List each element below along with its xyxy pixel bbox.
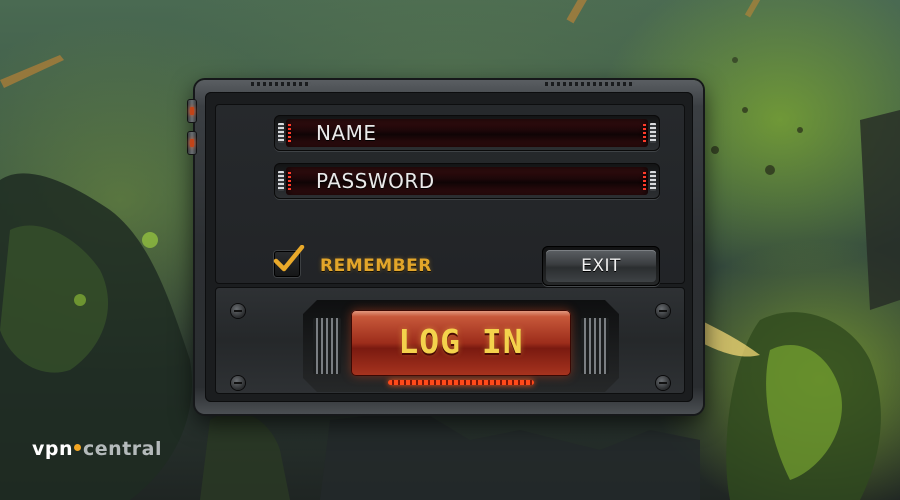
panel-inner: NAME PASSWORD REMEMBER EXIT LOG IN [205, 92, 693, 402]
login-button-frame: LOG IN [303, 300, 619, 392]
field-cap-left [278, 123, 284, 143]
remember-checkbox[interactable] [273, 245, 305, 277]
watermark-part1: vpn [32, 438, 74, 460]
login-panel: NAME PASSWORD REMEMBER EXIT LOG IN [188, 80, 703, 414]
watermark: vpn central [32, 438, 162, 460]
right-creature-silhouette [726, 312, 881, 500]
screw-icon [231, 376, 245, 390]
password-field-label: PASSWORD [316, 169, 435, 193]
screw-icon [656, 376, 670, 390]
checkmark-icon [273, 245, 305, 272]
dot-icon [74, 444, 82, 451]
side-tab-upper [188, 100, 196, 122]
login-glow-strip [388, 380, 534, 385]
name-field-label: NAME [316, 121, 377, 145]
top-vent [251, 82, 311, 86]
grill-left [313, 318, 341, 374]
side-tab-lower [188, 132, 196, 154]
remember-label[interactable]: REMEMBER [320, 256, 432, 276]
watermark-part2: central [83, 438, 162, 460]
muzzle-flash [700, 320, 760, 357]
exit-button[interactable]: EXIT [542, 246, 660, 286]
left-creature-detail [0, 225, 109, 373]
name-field[interactable]: NAME [274, 115, 660, 151]
form-section: NAME PASSWORD REMEMBER EXIT [215, 104, 685, 286]
password-field[interactable]: PASSWORD [274, 163, 660, 199]
top-vent-right [545, 82, 635, 86]
field-cap-right [650, 123, 656, 143]
grill-right [581, 318, 609, 374]
exit-button-label: EXIT [546, 250, 656, 282]
screw-icon [231, 304, 245, 318]
screw-icon [656, 304, 670, 318]
login-button[interactable]: LOG IN [351, 310, 571, 376]
login-button-label: LOG IN [398, 322, 524, 361]
soldiers-silhouette [320, 410, 700, 500]
